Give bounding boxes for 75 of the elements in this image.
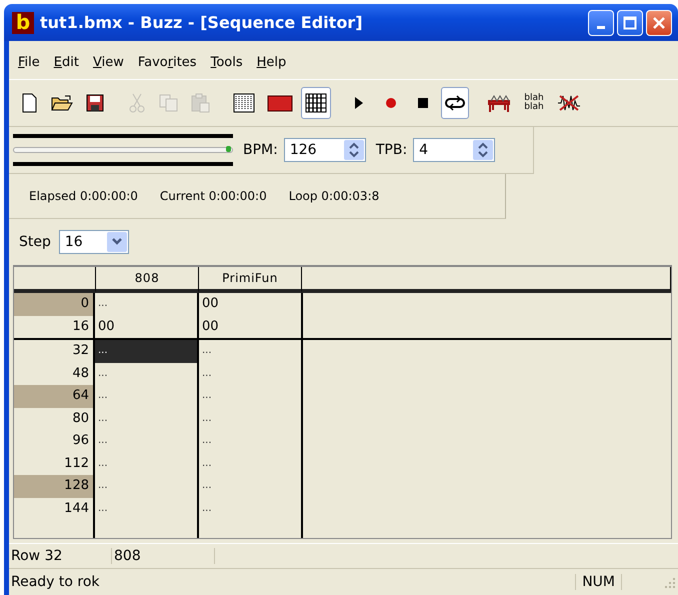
minimize-icon [597,26,605,29]
close-icon [652,16,666,30]
table-icon [487,93,511,113]
sequence-cell[interactable]: ... [95,408,199,430]
sequence-cell[interactable]: ... [199,362,303,385]
position-slider[interactable] [13,134,233,166]
row-label: 96 [14,430,95,452]
sequence-cell[interactable]: ... [95,430,199,452]
menu-item[interactable]: View [86,54,131,70]
sequence-cell[interactable]: ... [95,498,199,520]
menu-item[interactable]: Favorites [130,54,204,70]
sequence-cell[interactable]: ... [95,452,199,475]
tpb-spin-field[interactable]: 4 [413,138,496,162]
num-lock-indicator: NUM [575,574,622,590]
slider-thumb[interactable] [226,146,231,152]
minimize-button[interactable] [588,10,614,36]
menu-item[interactable]: Edit [46,54,86,70]
window-title: tut1.bmx - Buzz - [Sequence Editor] [40,13,364,32]
folder-icon [51,94,73,112]
time-readout: Elapsed 0:00:00:0 [29,189,138,203]
sequence-cell[interactable]: ... [95,293,199,316]
status-message: Ready to rok [10,574,101,590]
stop-icon [417,97,429,109]
menu-item[interactable]: Help [250,54,294,70]
spin-arrows-icon [473,140,494,160]
loop-icon [445,94,465,112]
spin-arrows-icon [344,140,364,160]
play-icon [353,96,365,110]
info-pane: Row 32 [9,548,112,564]
copy-icon [159,94,179,112]
sequence-cell[interactable]: ... [95,362,199,385]
toolbar-button[interactable]: blah blah [519,87,549,119]
row-label: 80 [14,408,95,430]
row-label: 128 [14,475,95,498]
bpm-spin-field[interactable]: 126 [284,138,366,162]
time-readout: Current 0:00:00:0 [160,189,267,203]
row-label: 64 [14,385,95,408]
step-label: Step [18,234,51,250]
sequence-cell[interactable]: ... [199,498,303,520]
column-header[interactable]: 808 [96,267,199,293]
sequence-cell[interactable]: ... [95,475,199,498]
sequence-cell[interactable]: ... [95,340,199,362]
scissors-icon [129,93,145,113]
resize-grip-icon [662,575,676,589]
sequence-cell[interactable]: ... [95,385,199,408]
sequence-cell[interactable]: ... [199,452,303,475]
maximize-icon [623,16,637,30]
grid-icon [233,93,255,113]
app-icon: b [12,12,34,34]
new-document-icon [20,93,38,113]
row-label: 144 [14,498,95,520]
row-label: 0 [14,293,95,316]
muted-waveform-icon [557,93,581,113]
bpm-label: BPM: [242,142,278,158]
record-icon [385,97,397,109]
clipboard-icon [191,93,211,113]
column-header[interactable]: PrimiFun [199,267,302,293]
sequence-cell[interactable]: ... [199,408,303,430]
toolbar-button[interactable] [441,87,469,119]
tpb-label: TPB: [374,142,408,158]
sequence-cell[interactable]: ... [199,430,303,452]
info-pane: 808 [112,548,215,564]
menu-item[interactable]: Tools [204,54,250,70]
maximize-button[interactable] [617,10,643,36]
time-readout: Loop 0:00:03:8 [288,189,380,203]
sequence-cell[interactable]: ... [199,340,303,362]
grid-icon [305,93,327,113]
panel-icon [267,94,293,112]
toolbar-button[interactable] [301,87,331,119]
step-dropdown[interactable]: 16 [58,230,129,254]
sequence-cell[interactable]: ... [199,475,303,498]
menu-item[interactable]: File [11,54,47,70]
close-button[interactable] [646,10,672,36]
sequence-cell[interactable]: ... [199,385,303,408]
sequence-cell[interactable]: 00 [199,293,303,316]
